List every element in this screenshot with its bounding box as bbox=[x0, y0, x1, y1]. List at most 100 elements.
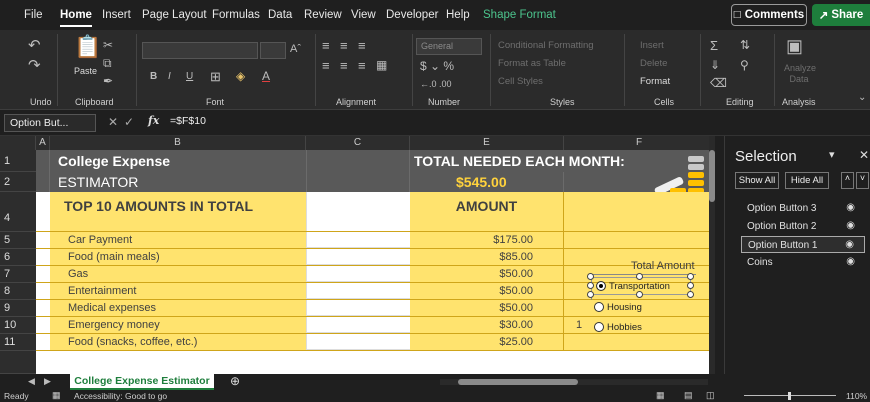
fill-color-icon[interactable]: ◈ bbox=[236, 69, 245, 83]
visibility-eye-icon[interactable]: ◉ bbox=[845, 239, 854, 250]
send-backward-icon[interactable]: ˅ bbox=[856, 172, 869, 189]
find-icon[interactable]: ⚲ bbox=[740, 58, 749, 72]
option-button-2[interactable]: Housing bbox=[594, 300, 654, 314]
selection-item[interactable]: Option Button 3 ◉ bbox=[741, 200, 865, 217]
tab-home[interactable]: Home bbox=[60, 9, 92, 27]
row-header[interactable]: 7 bbox=[0, 266, 36, 283]
align-middle-icon[interactable]: ≡ bbox=[340, 38, 348, 53]
font-size-box[interactable] bbox=[260, 42, 286, 59]
row-header[interactable]: 2 bbox=[0, 172, 36, 192]
format-cells-button[interactable]: Format bbox=[640, 76, 670, 87]
tab-shape-format[interactable]: Shape Format bbox=[483, 9, 556, 21]
column-header-a[interactable]: A bbox=[36, 136, 50, 150]
name-box[interactable]: Option But... bbox=[4, 114, 96, 132]
selection-item-selected[interactable]: Option Button 1 ◉ bbox=[741, 236, 865, 253]
row-header[interactable] bbox=[0, 351, 36, 374]
row-header[interactable]: 6 bbox=[0, 249, 36, 266]
borders-icon[interactable]: ⊞ bbox=[210, 69, 221, 85]
tab-data[interactable]: Data bbox=[268, 9, 292, 21]
hide-all-button[interactable]: Hide All bbox=[785, 172, 829, 189]
zoom-level[interactable]: 110% bbox=[846, 391, 867, 401]
normal-view-icon[interactable]: ▦ bbox=[656, 390, 665, 401]
selection-item[interactable]: Coins ◉ bbox=[741, 254, 865, 271]
paste-label[interactable]: Paste bbox=[74, 66, 97, 76]
row-header[interactable]: 9 bbox=[0, 300, 36, 317]
bold-button[interactable]: B bbox=[150, 71, 157, 82]
page-break-view-icon[interactable]: ◫ bbox=[706, 390, 715, 401]
vertical-scrollbar[interactable] bbox=[709, 136, 715, 374]
italic-button[interactable]: I bbox=[168, 71, 171, 82]
increase-font-icon[interactable]: Aˆ bbox=[290, 43, 301, 55]
analyze-data-label[interactable]: Analyze Data bbox=[784, 63, 816, 85]
tab-view[interactable]: View bbox=[351, 9, 376, 21]
collapse-ribbon-icon[interactable]: ⌄ bbox=[858, 92, 866, 103]
delete-cells-button[interactable]: Delete bbox=[640, 58, 667, 69]
function-icon[interactable]: fx bbox=[148, 114, 159, 127]
show-all-button[interactable]: Show All bbox=[735, 172, 779, 189]
cancel-icon[interactable]: ✕ bbox=[108, 115, 118, 129]
enter-icon[interactable]: ✓ bbox=[124, 115, 134, 129]
pane-options-icon[interactable]: ▾ bbox=[829, 148, 835, 161]
column-header-c[interactable]: C bbox=[306, 136, 410, 150]
option-button-3[interactable]: Hobbies bbox=[594, 320, 654, 334]
align-right-icon[interactable]: ≡ bbox=[358, 58, 366, 73]
macro-icon[interactable]: ▦ bbox=[52, 390, 61, 401]
formula-input[interactable]: =$F$10 bbox=[170, 115, 206, 127]
cut-icon[interactable]: ✂ bbox=[103, 38, 113, 52]
column-header-f[interactable]: F bbox=[564, 136, 715, 150]
column-header-b[interactable]: B bbox=[50, 136, 306, 150]
row-header[interactable]: 4 bbox=[0, 192, 36, 232]
select-all-corner[interactable] bbox=[0, 136, 36, 150]
close-pane-icon[interactable]: ✕ bbox=[859, 148, 869, 162]
selection-item[interactable]: Option Button 2 ◉ bbox=[741, 218, 865, 235]
accessibility-status[interactable]: Accessibility: Good to go bbox=[74, 391, 167, 401]
conditional-formatting-button[interactable]: Conditional Formatting bbox=[498, 40, 594, 51]
tab-formulas[interactable]: Formulas bbox=[212, 9, 260, 21]
cell-styles-button[interactable]: Cell Styles bbox=[498, 76, 543, 87]
tab-page-layout[interactable]: Page Layout bbox=[142, 9, 207, 21]
comments-button[interactable]: □ Comments bbox=[731, 4, 807, 26]
horizontal-scrollbar[interactable] bbox=[440, 379, 708, 385]
paste-icon[interactable]: 📋 bbox=[74, 34, 101, 60]
currency-icon[interactable]: $ ⌄ % bbox=[420, 59, 454, 73]
add-sheet-icon[interactable]: ⊕ bbox=[230, 374, 240, 388]
tab-review[interactable]: Review bbox=[304, 9, 342, 21]
column-header-e[interactable]: E bbox=[410, 136, 564, 150]
page-layout-view-icon[interactable]: ▤ bbox=[684, 390, 693, 401]
autosum-icon[interactable]: Σ bbox=[710, 38, 718, 53]
font-color-icon[interactable]: A bbox=[262, 69, 270, 83]
fill-icon[interactable]: ⇓ bbox=[710, 58, 720, 72]
row-header[interactable]: 10 bbox=[0, 317, 36, 334]
sheet-tab-active[interactable]: College Expense Estimator bbox=[70, 374, 214, 390]
tab-help[interactable]: Help bbox=[446, 9, 470, 21]
format-as-table-button[interactable]: Format as Table bbox=[498, 58, 566, 69]
row-header[interactable]: 8 bbox=[0, 283, 36, 300]
align-center-icon[interactable]: ≡ bbox=[340, 58, 348, 73]
tab-developer[interactable]: Developer bbox=[386, 9, 438, 21]
row-header[interactable]: 5 bbox=[0, 232, 36, 249]
prev-sheet-icon[interactable]: ◀ bbox=[28, 376, 35, 387]
row-header[interactable]: 11 bbox=[0, 334, 36, 351]
merge-icon[interactable]: ▦ bbox=[376, 58, 387, 72]
row-header[interactable]: 1 bbox=[0, 150, 36, 172]
bring-forward-icon[interactable]: ˄ bbox=[841, 172, 854, 189]
undo-icon[interactable]: ↶ bbox=[28, 36, 41, 54]
align-left-icon[interactable]: ≡ bbox=[322, 58, 330, 73]
tab-file[interactable]: File bbox=[24, 9, 43, 21]
underline-button[interactable]: U bbox=[186, 71, 193, 82]
insert-cells-button[interactable]: Insert bbox=[640, 40, 664, 51]
tab-insert[interactable]: Insert bbox=[102, 9, 131, 21]
visibility-eye-icon[interactable]: ◉ bbox=[846, 220, 855, 231]
share-button[interactable]: ↗ Share bbox=[812, 4, 870, 26]
visibility-eye-icon[interactable]: ◉ bbox=[846, 202, 855, 213]
visibility-eye-icon[interactable]: ◉ bbox=[846, 256, 855, 267]
sort-filter-icon[interactable]: ⇅ bbox=[740, 38, 750, 52]
copy-icon[interactable]: ⧉ bbox=[103, 56, 112, 71]
decimal-icon[interactable]: ←.0 .00 bbox=[420, 79, 452, 89]
font-name-box[interactable] bbox=[142, 42, 258, 59]
align-top-icon[interactable]: ≡ bbox=[322, 38, 330, 53]
format-painter-icon[interactable]: ✒ bbox=[103, 74, 113, 88]
number-format-box[interactable]: General bbox=[416, 38, 482, 55]
worksheet-grid[interactable]: A B C E F 1 2 4 5 6 7 8 9 10 11 College … bbox=[0, 136, 715, 374]
next-sheet-icon[interactable]: ▶ bbox=[44, 376, 51, 387]
